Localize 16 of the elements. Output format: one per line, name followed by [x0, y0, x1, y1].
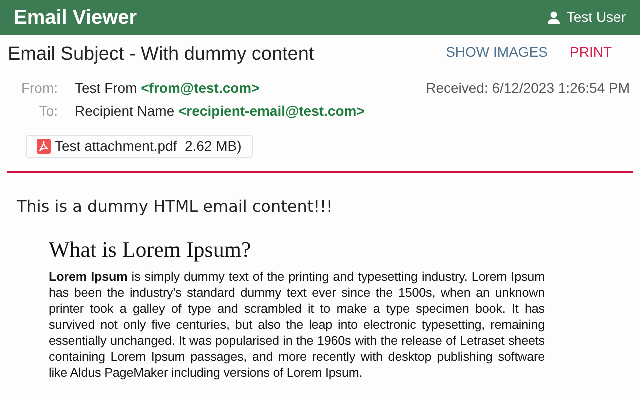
- received-date: Received: 6/12/2023 1:26:54 PM: [426, 78, 631, 98]
- user-name[interactable]: Test User: [566, 7, 626, 28]
- sender-name: Test From <from@test.com>: [75, 78, 260, 98]
- app-title: Email Viewer: [14, 6, 138, 30]
- field-label: To:: [38, 102, 58, 120]
- attachment-chip[interactable]: Test attachment.pdf 2.62 MB): [26, 134, 253, 158]
- content-paragraph: Lorem Ipsum is simply dummy text of the printing and typesetting industry. Lorem Ipsum has been the industry's standard dummy text ever since the 1500s, when an unknown printer took a galley of type and scrambled it to make a type specimen book. It has survived not only five centuries, but also the leap into electronic typesetting, remaining essentially unchanged. It was popularised in the 1960s with the release of Letraset sheets containing Lorem Ipsum passages, and more recently with desktop publishing software like Aldus PageMaker including versions of Lorem Ipsum.: [49, 268, 545, 380]
- content-heading: What is Lorem Ipsum?: [48, 236, 252, 264]
- show-images-button[interactable]: SHOW IMAGES: [446, 42, 548, 63]
- sender-name: Recipient Name <recipient-email@test.com>: [75, 102, 365, 121]
- print-button[interactable]: PRINT: [570, 42, 612, 63]
- intro-text: This is a dummy HTML email content!!!: [16, 196, 334, 218]
- email-subject: Email Subject - With dummy content: [8, 43, 314, 67]
- pdf-icon: [37, 138, 51, 154]
- user-icon: [546, 10, 561, 24]
- field-label: From:: [20, 78, 58, 98]
